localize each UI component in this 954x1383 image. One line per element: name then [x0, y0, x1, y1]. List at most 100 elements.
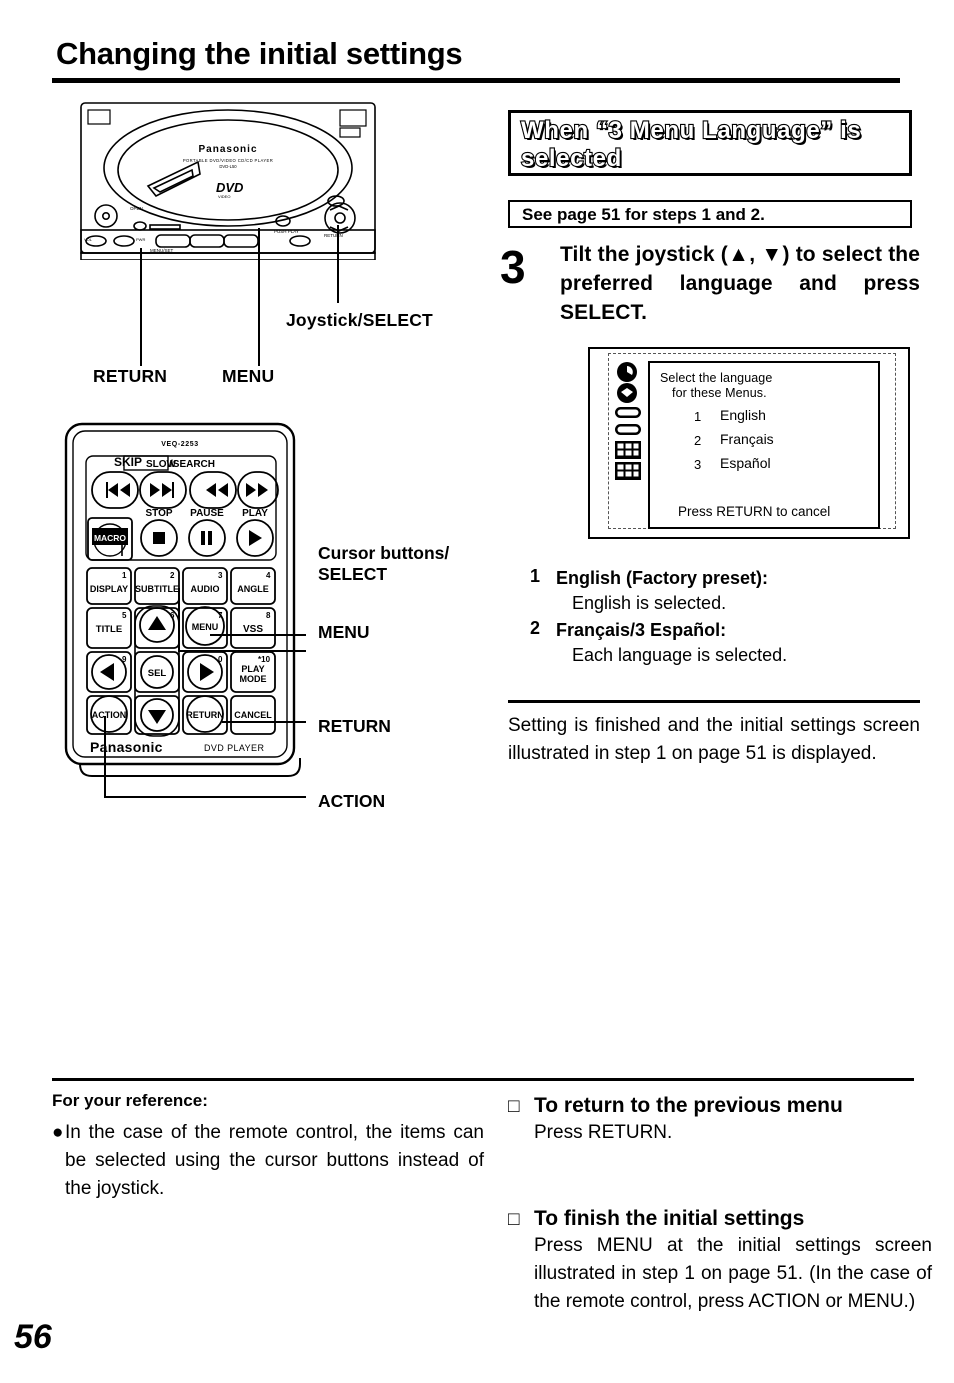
- svg-text:SEL: SEL: [148, 668, 167, 679]
- svg-text:0: 0: [218, 655, 223, 664]
- page-title: Changing the initial settings: [56, 36, 463, 71]
- section-heading: When “3 Menu Language” is selected: [520, 116, 862, 173]
- svg-text:6: 6: [170, 611, 175, 620]
- svg-text:/SEARCH: /SEARCH: [170, 459, 215, 470]
- svg-text:CANCEL: CANCEL: [234, 710, 272, 720]
- svg-text:7: 7: [218, 611, 223, 620]
- osd-cancel-hint: Press RETURN to cancel: [678, 504, 831, 519]
- svg-text:4: 4: [266, 571, 271, 580]
- language-item-2-num: 2: [530, 618, 541, 638]
- square-bullet-icon: □: [508, 1096, 520, 1117]
- subsection-return-body: Press RETURN.: [534, 1122, 673, 1143]
- osd-screen-illustration: Select the language for these Menus. 1 E…: [588, 347, 910, 539]
- svg-text:RETURN: RETURN: [324, 233, 343, 238]
- title-divider: [52, 78, 900, 83]
- svg-text:ACTION: ACTION: [92, 710, 127, 720]
- osd-title-line1: Select the language: [660, 371, 773, 385]
- finish-note: Setting is finished and the initial sett…: [508, 715, 920, 764]
- svg-text:DVD-L50: DVD-L50: [219, 164, 237, 169]
- callout-line-cursor: [178, 650, 306, 652]
- callout-remote-cursor-line2: SELECT: [318, 564, 388, 584]
- remote-control-illustration: VEQ-2253 SKIP SLOW /SEARCH STOP PAUSE PL…: [62, 420, 312, 780]
- callout-line-remote-menu: [210, 634, 306, 636]
- svg-text:SKIP: SKIP: [114, 455, 142, 469]
- callout-line-remote-action: [104, 796, 306, 798]
- section-heading-box: When “3 Menu Language” is selected: [508, 110, 912, 176]
- callout-line-action-v: [104, 716, 106, 798]
- svg-text:ANGLE: ANGLE: [237, 584, 269, 594]
- reference-bullet-text: In the case of the remote control, the i…: [65, 1122, 484, 1199]
- svg-text:DVD: DVD: [216, 180, 244, 195]
- language-item-1: 1 English (Factory preset): English is s…: [530, 566, 920, 616]
- osd-option-2-num: 2: [694, 433, 702, 448]
- osd-option-2-label[interactable]: Français: [720, 431, 774, 447]
- bullet-dot-icon: ●: [52, 1122, 64, 1143]
- square-bullet-2-icon: □: [508, 1209, 520, 1230]
- reference-heading: For your reference:: [52, 1091, 208, 1110]
- svg-text:Panasonic: Panasonic: [90, 739, 163, 755]
- reference-bullet: ● In the case of the remote control, the…: [52, 1119, 484, 1203]
- svg-text:PLAY: PLAY: [241, 664, 264, 674]
- callout-line-remote-return: [222, 721, 306, 723]
- osd-option-3-label[interactable]: Español: [720, 455, 771, 471]
- manual-page: Changing the initial settings Panasonic …: [0, 0, 954, 1383]
- subsection-finish-settings: □ To finish the initial settings Press M…: [508, 1205, 932, 1316]
- subsection-finish-heading: □ To finish the initial settings: [508, 1205, 932, 1232]
- callout-remote-action: ACTION: [318, 791, 386, 811]
- svg-text:AUDIO: AUDIO: [191, 584, 220, 594]
- svg-text:SUBTITLE: SUBTITLE: [135, 584, 179, 594]
- osd-option-3-num: 3: [694, 457, 702, 472]
- svg-text:MENU/SET: MENU/SET: [150, 248, 174, 253]
- svg-text:RETURN: RETURN: [186, 710, 224, 720]
- svg-text:MODE: MODE: [240, 674, 267, 684]
- see-page-note: See page 51 for steps 1 and 2.: [522, 205, 765, 224]
- svg-text:PWR: PWR: [136, 237, 145, 242]
- svg-text:PORTABLE DVD/VIDEO CD/CD PLAYE: PORTABLE DVD/VIDEO CD/CD PLAYER: [183, 158, 273, 163]
- callout-label-menu: MENU: [222, 366, 275, 386]
- subsection-finish-body: Press MENU at the initial settings scree…: [534, 1235, 932, 1312]
- svg-text:1: 1: [122, 571, 127, 580]
- svg-text:PLAY: PLAY: [242, 508, 268, 519]
- callout-remote-cursor: Cursor buttons/ SELECT: [318, 543, 449, 585]
- svg-text:DISPLAY: DISPLAY: [90, 584, 128, 594]
- osd-option-1-label[interactable]: English: [720, 407, 766, 423]
- see-page-box: See page 51 for steps 1 and 2.: [508, 200, 912, 228]
- subsection-return-previous: □ To return to the previous menu Press R…: [508, 1092, 932, 1147]
- section-divider: [508, 700, 920, 703]
- svg-text:MENU: MENU: [192, 622, 219, 632]
- osd-title-line2: for these Menus.: [672, 386, 767, 400]
- svg-text:9: 9: [122, 655, 127, 664]
- svg-text:Panasonic: Panasonic: [198, 144, 257, 155]
- language-item-2-desc: Each language is selected.: [572, 645, 788, 665]
- language-item-2-title: Français/3 Español:: [556, 620, 727, 640]
- svg-text:VEQ-2253: VEQ-2253: [161, 441, 199, 448]
- callout-line-joystick: [337, 225, 339, 303]
- callout-remote-menu: MENU: [318, 622, 370, 642]
- svg-text:8: 8: [266, 611, 271, 620]
- language-explanation-list: 1 English (Factory preset): English is s…: [530, 566, 920, 670]
- subsection-return-heading-text: To return to the previous menu: [534, 1094, 843, 1117]
- svg-text:TITLE: TITLE: [96, 624, 122, 635]
- dvd-player-illustration: Panasonic PORTABLE DVD/VIDEO CD/CD PLAYE…: [78, 100, 378, 260]
- osd-icon-column: [612, 361, 646, 481]
- subsection-return-heading: □ To return to the previous menu: [508, 1092, 932, 1119]
- callout-line-cursor-v: [178, 588, 180, 652]
- language-item-1-desc: English is selected.: [572, 593, 727, 613]
- callout-remote-cursor-line1: Cursor buttons/: [318, 543, 450, 563]
- svg-text:VOL: VOL: [84, 237, 93, 242]
- subsection-finish-heading-text: To finish the initial settings: [534, 1207, 805, 1230]
- callout-line-menu: [258, 228, 260, 366]
- language-item-1-num: 1: [530, 566, 541, 586]
- callout-line-return: [140, 248, 142, 366]
- language-item-2: 2 Français/3 Español: Each language is s…: [530, 618, 920, 668]
- svg-text:STOP: STOP: [145, 508, 172, 519]
- svg-text:MACRO: MACRO: [94, 533, 126, 543]
- bottom-divider: [52, 1078, 914, 1081]
- svg-text:DVD PLAYER: DVD PLAYER: [204, 743, 264, 753]
- callout-label-return: RETURN: [93, 366, 168, 386]
- svg-text:*10: *10: [258, 655, 271, 664]
- osd-inner-panel: Select the language for these Menus. 1 E…: [648, 361, 880, 529]
- svg-text:OPEN: OPEN: [130, 206, 143, 211]
- svg-text:VIDEO: VIDEO: [218, 194, 230, 199]
- callout-label-joystick-select: Joystick/SELECT: [286, 310, 433, 330]
